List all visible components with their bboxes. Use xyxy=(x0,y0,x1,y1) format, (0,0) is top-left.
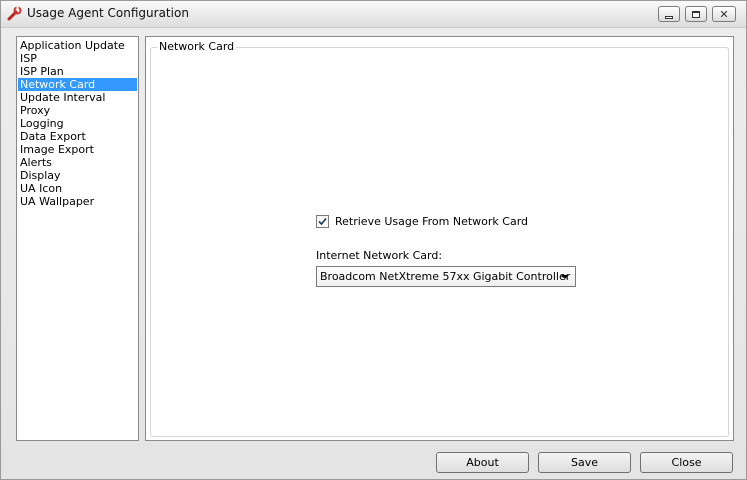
sidebar-item-isp-plan[interactable]: ISP Plan xyxy=(18,65,137,78)
title-bar[interactable]: Usage Agent Configuration ✕ xyxy=(1,1,746,28)
sidebar-item-alerts[interactable]: Alerts xyxy=(18,156,137,169)
wrench-icon xyxy=(6,6,22,22)
sidebar-item-proxy[interactable]: Proxy xyxy=(18,104,137,117)
sidebar-item-display[interactable]: Display xyxy=(18,169,137,182)
retrieve-usage-label[interactable]: Retrieve Usage From Network Card xyxy=(335,215,528,228)
close-window-button[interactable]: ✕ xyxy=(712,6,736,22)
group-title: Network Card xyxy=(157,40,237,53)
sidebar-item-isp[interactable]: ISP xyxy=(18,52,137,65)
close-icon: ✕ xyxy=(719,7,729,21)
settings-category-list[interactable]: Application Update ISP ISP Plan Network … xyxy=(16,36,139,441)
minimize-button[interactable] xyxy=(658,6,680,22)
sidebar-item-network-card[interactable]: Network Card xyxy=(18,78,137,91)
sidebar-item-data-export[interactable]: Data Export xyxy=(18,130,137,143)
save-button[interactable]: Save xyxy=(538,452,631,473)
sidebar-item-application-update[interactable]: Application Update xyxy=(18,39,137,52)
config-window: Usage Agent Configuration ✕ Application … xyxy=(0,0,747,480)
retrieve-usage-checkbox[interactable] xyxy=(316,215,329,228)
sidebar-item-ua-icon[interactable]: UA Icon xyxy=(18,182,137,195)
minimize-icon xyxy=(665,15,673,19)
window-title: Usage Agent Configuration xyxy=(27,6,189,20)
about-button[interactable]: About xyxy=(436,452,529,473)
settings-panel: Network Card Retrieve Usage From Network… xyxy=(145,36,734,441)
sidebar-item-ua-wallpaper[interactable]: UA Wallpaper xyxy=(18,195,137,208)
network-card-groupbox: Network Card Retrieve Usage From Network… xyxy=(150,40,729,437)
retrieve-usage-checkbox-row[interactable]: Retrieve Usage From Network Card xyxy=(316,215,528,228)
sidebar-item-logging[interactable]: Logging xyxy=(18,117,137,130)
maximize-icon xyxy=(692,10,700,18)
dropdown-arrow-icon[interactable] xyxy=(561,275,569,279)
checkmark-icon xyxy=(318,217,327,226)
network-card-select[interactable]: Broadcom NetXtreme 57xx Gigabit Controll… xyxy=(316,266,576,287)
maximize-button[interactable] xyxy=(685,6,707,22)
close-button[interactable]: Close xyxy=(640,452,733,473)
sidebar-item-image-export[interactable]: Image Export xyxy=(18,143,137,156)
sidebar-item-update-interval[interactable]: Update Interval xyxy=(18,91,137,104)
network-card-label: Internet Network Card: xyxy=(316,249,443,262)
network-card-selected-value: Broadcom NetXtreme 57xx Gigabit Controll… xyxy=(320,270,571,283)
